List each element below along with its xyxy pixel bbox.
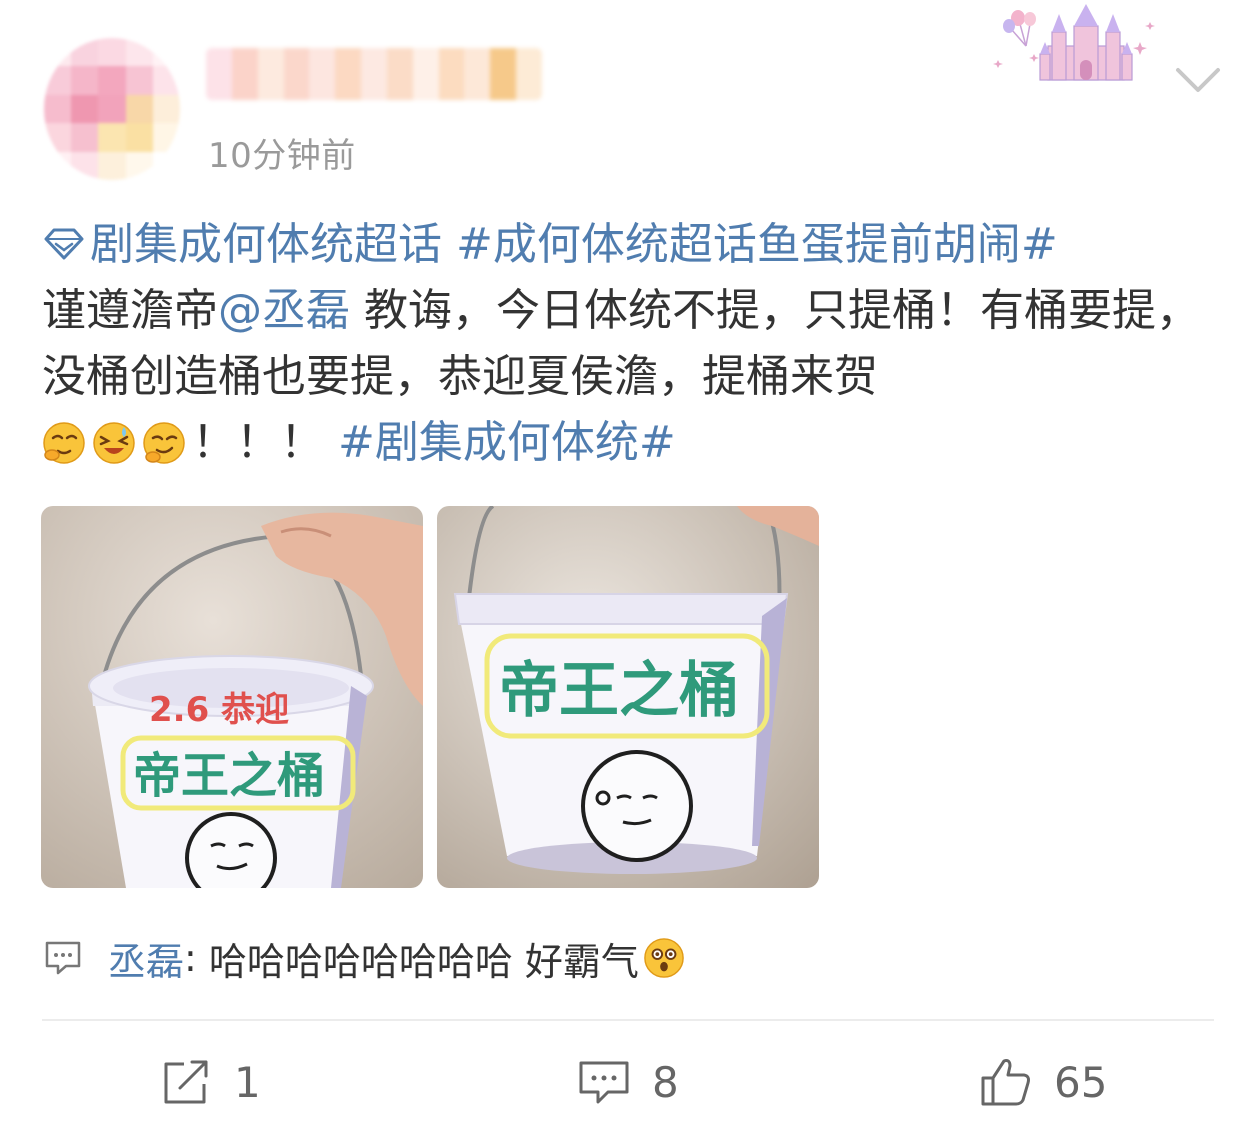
emoji-smirk-icon bbox=[143, 422, 185, 464]
emoji-thinking-icon bbox=[43, 422, 85, 464]
supertopic-link[interactable]: 剧集成何体统超话 bbox=[42, 219, 442, 270]
photo2-caption-green: 帝王之桶 bbox=[499, 656, 739, 726]
repost-count: 1 bbox=[234, 1057, 261, 1107]
like-count: 65 bbox=[1054, 1057, 1108, 1107]
supertopic-label: 剧集成何体统超话 bbox=[90, 219, 442, 270]
like-button[interactable]: 65 bbox=[980, 1052, 1107, 1112]
castle-badge-icon bbox=[993, 4, 1155, 81]
mention-link[interactable]: @丞磊 bbox=[218, 285, 350, 336]
post-photo-2[interactable]: 帝王之桶 bbox=[437, 506, 819, 888]
comment-count: 8 bbox=[652, 1057, 679, 1107]
username-blurred[interactable] bbox=[206, 48, 542, 100]
photo1-caption-green: 帝王之桶 bbox=[133, 748, 325, 804]
post-line-prefix: 谨遵澹帝 bbox=[42, 285, 218, 336]
comment-text: 哈哈哈哈哈哈哈哈 好霸气 bbox=[208, 939, 639, 984]
hashtag-link-2[interactable]: #剧集成何体统# bbox=[338, 417, 676, 468]
comment-author-link[interactable]: 丞磊 bbox=[108, 931, 184, 986]
comment-separator: : bbox=[184, 936, 197, 980]
comment-icon bbox=[579, 1061, 629, 1104]
comment-preview-icon bbox=[45, 941, 81, 975]
supertopic-diamond-icon bbox=[44, 228, 84, 260]
post-timestamp: 10分钟前 bbox=[208, 136, 356, 176]
photo1-caption-red: 2.6 恭迎 bbox=[149, 690, 289, 730]
post-text: 剧集成何体统超话 #成何体统超话鱼蛋提前胡闹# 谨遵澹帝@丞磊 教诲，今日体统不… bbox=[42, 212, 1222, 476]
emoji-surprised-icon bbox=[644, 938, 684, 978]
hashtag-link[interactable]: #成何体统超话鱼蛋提前胡闹# bbox=[456, 219, 1058, 270]
avatar[interactable] bbox=[44, 38, 180, 180]
repost-button[interactable]: 1 bbox=[160, 1052, 261, 1112]
post-exclamations: ！！！ bbox=[192, 417, 324, 468]
emoji-laughing-icon bbox=[93, 422, 135, 464]
action-divider bbox=[42, 1019, 1214, 1021]
like-icon bbox=[981, 1059, 1030, 1106]
chevron-down-icon[interactable] bbox=[1172, 62, 1224, 98]
repost-icon bbox=[164, 1060, 208, 1104]
post-photo-1[interactable]: 2.6 恭迎 帝王之桶 bbox=[41, 506, 423, 888]
comment-button[interactable]: 8 bbox=[578, 1052, 679, 1112]
comment-preview[interactable]: 丞磊: 哈哈哈哈哈哈哈哈 好霸气 bbox=[44, 928, 691, 988]
